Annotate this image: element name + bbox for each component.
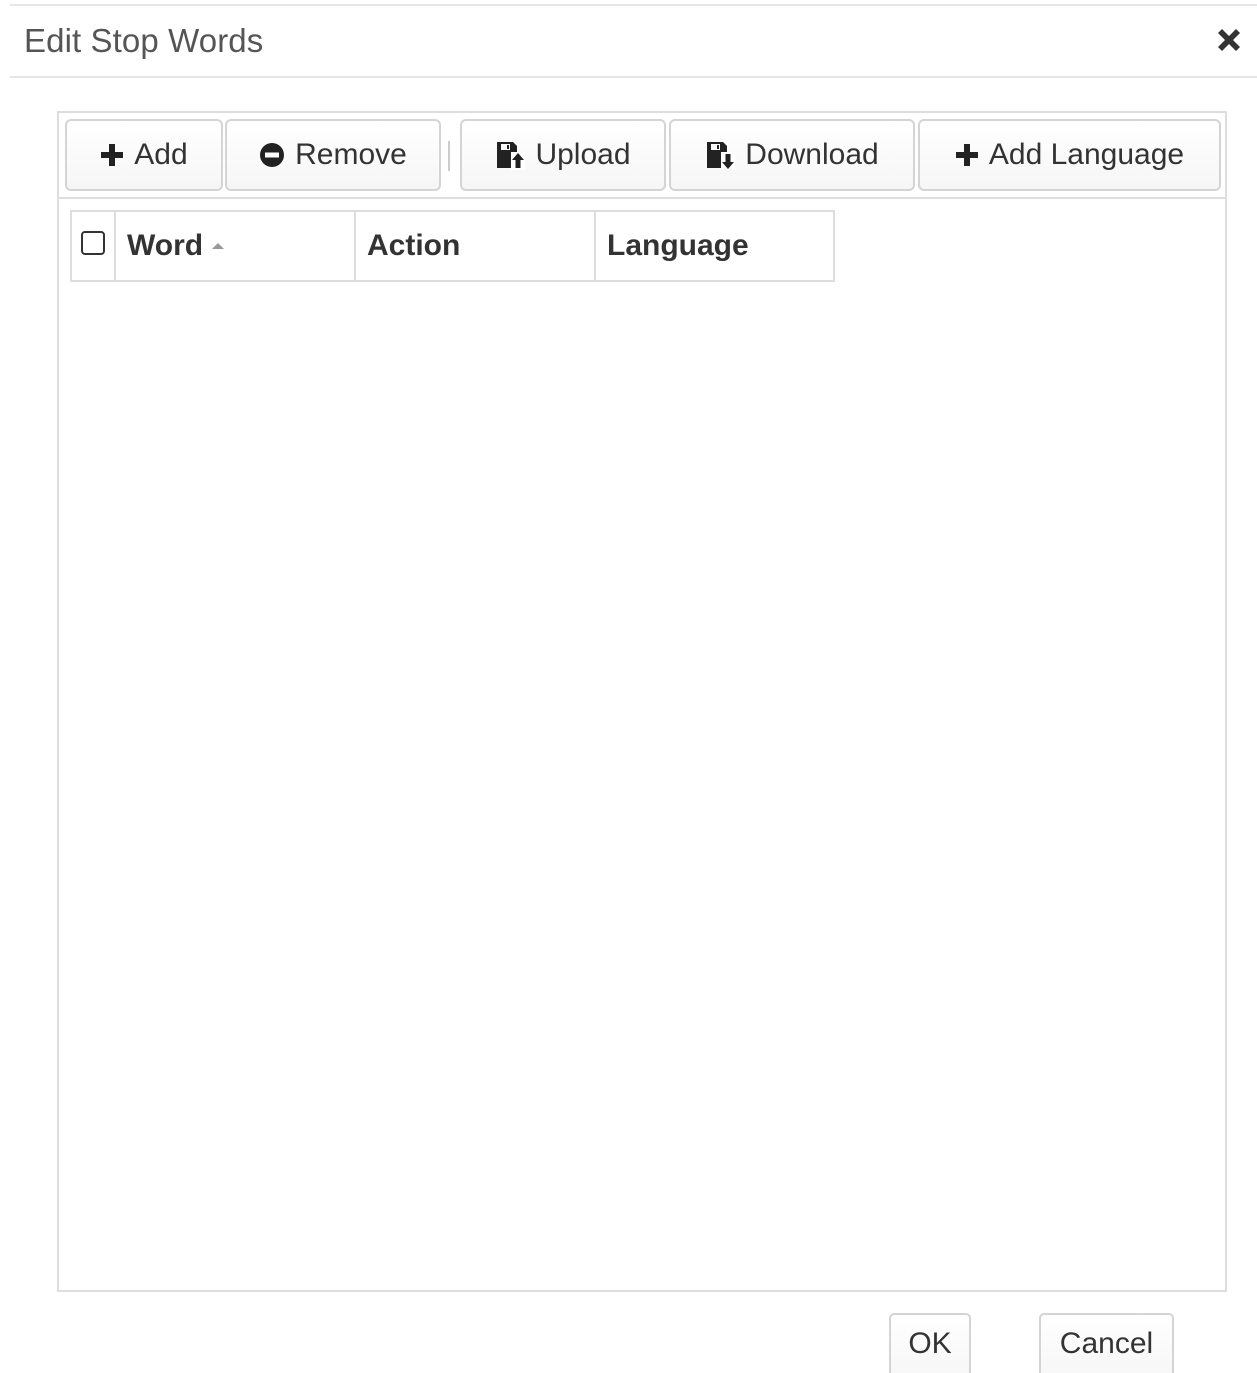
cancel-button-label: Cancel [1059, 1327, 1154, 1360]
download-button[interactable]: Download [669, 119, 915, 191]
toolbar-separator [448, 141, 450, 171]
column-header-word-label: Word [127, 229, 204, 262]
minus-circle-icon [259, 142, 285, 168]
cancel-button[interactable]: Cancel [1039, 1313, 1174, 1373]
download-button-label: Download [745, 138, 879, 171]
toolbar: Add Remove Upload Download Add Language [59, 113, 1225, 199]
ok-button-label: OK [908, 1327, 952, 1360]
column-header-word[interactable]: Word [116, 212, 356, 280]
add-language-button[interactable]: Add Language [918, 119, 1221, 191]
dialog-header: Edit Stop Words [10, 6, 1257, 78]
plus-icon [100, 143, 124, 167]
sort-ascending-icon [211, 241, 225, 251]
column-header-language[interactable]: Language [596, 212, 833, 280]
add-language-button-label: Add Language [988, 138, 1185, 171]
remove-button-label: Remove [295, 138, 407, 171]
ok-button[interactable]: OK [889, 1313, 971, 1373]
plus-icon [955, 143, 979, 167]
floppy-download-icon [705, 140, 736, 170]
select-all-column [72, 212, 116, 280]
edit-stop-words-dialog: Edit Stop Words Add Remove Upload Downlo… [0, 0, 1257, 1373]
add-button-label: Add [134, 138, 188, 171]
upload-button-label: Upload [535, 138, 631, 171]
select-all-checkbox[interactable] [81, 231, 105, 255]
remove-button[interactable]: Remove [225, 119, 441, 191]
dialog-title: Edit Stop Words [24, 22, 264, 59]
stop-words-panel: Add Remove Upload Download Add Language … [57, 111, 1227, 1292]
close-button[interactable] [1213, 24, 1245, 56]
column-header-action-label: Action [367, 229, 461, 262]
column-header-language-label: Language [607, 229, 749, 262]
upload-button[interactable]: Upload [460, 119, 666, 191]
close-icon [1218, 29, 1240, 51]
add-button[interactable]: Add [65, 119, 223, 191]
column-header-action[interactable]: Action [356, 212, 596, 280]
floppy-upload-icon [495, 140, 526, 170]
grid-body [70, 282, 1215, 1282]
grid-header: Word Action Language [70, 210, 835, 282]
